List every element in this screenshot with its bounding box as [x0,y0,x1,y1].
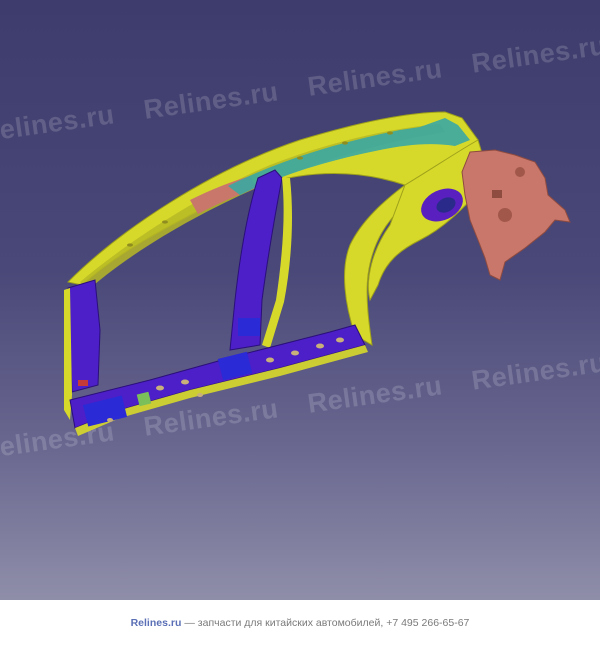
model-viewport: Relines.ru Relines.ru Relines.ru Relines… [0,0,600,600]
footer-tagline: — запчасти для китайских автомобилей, +7… [184,616,470,629]
footer-brand[interactable]: Relines.ru [131,617,182,629]
b-pillar-blue-patch [238,318,260,336]
a-pillar-lower-purple [67,279,101,393]
car-body-side-panel-model [64,111,571,436]
footer: Relines.ru — запчасти для китайских авто… [0,600,600,645]
bracket-slot [492,190,502,198]
bracket-hole [515,167,525,177]
a-pillar-red-patch [78,380,88,386]
bracket-hole [498,208,512,222]
